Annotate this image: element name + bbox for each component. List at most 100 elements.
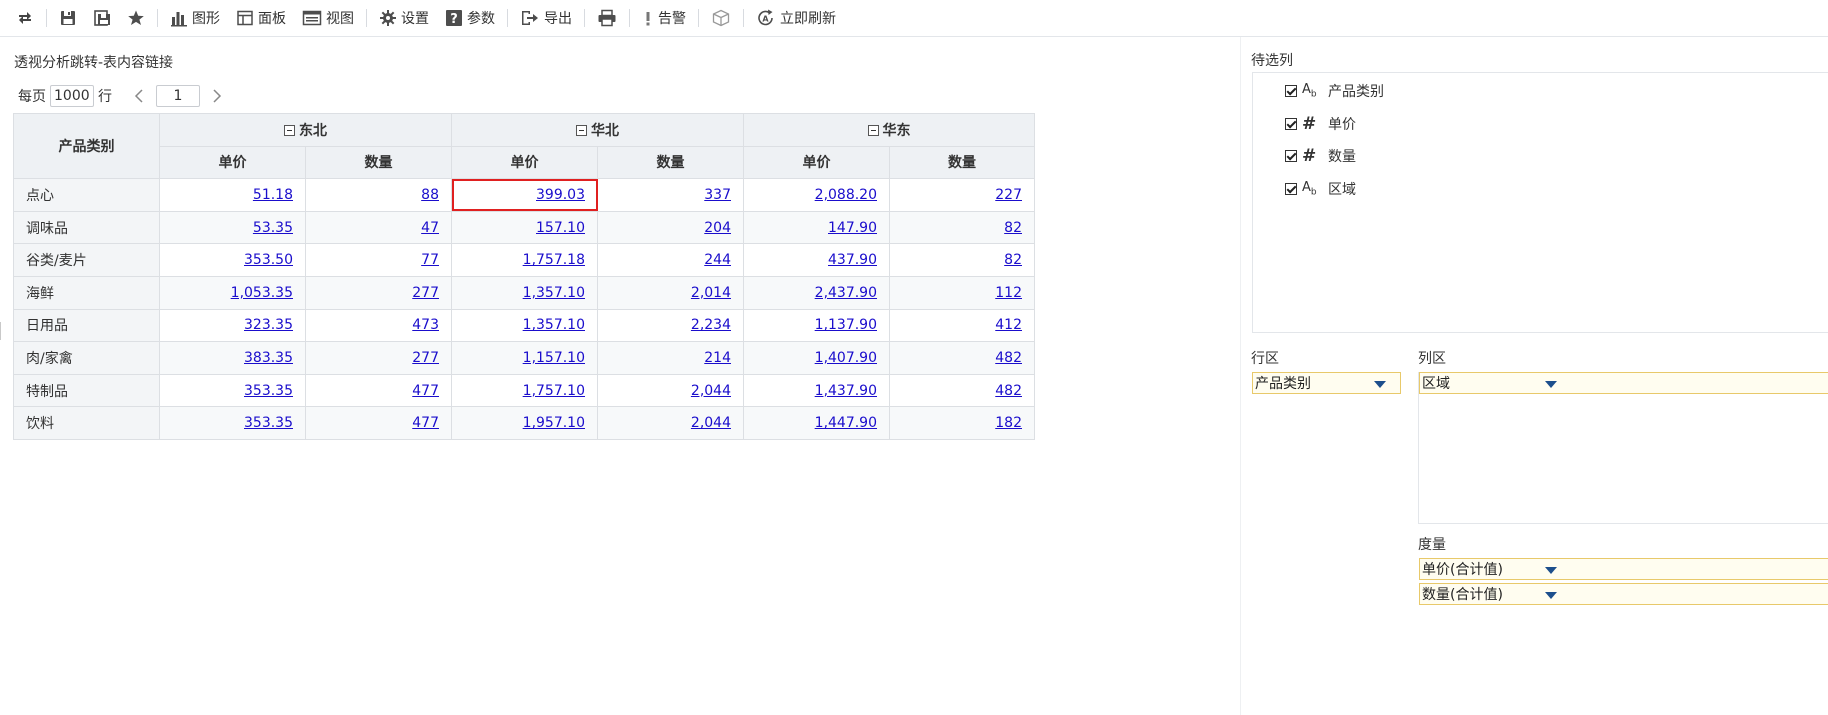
page-number-input[interactable] (156, 85, 200, 107)
value-cell[interactable]: 482 (889, 341, 1035, 375)
value-cell[interactable]: 1,757.10 (451, 373, 598, 408)
region-header[interactable]: 华北 (451, 113, 744, 147)
value-link[interactable]: 82 (1004, 252, 1022, 268)
value-cell[interactable]: 204 (597, 210, 744, 245)
value-cell[interactable]: 437.90 (743, 243, 890, 277)
value-link[interactable]: 182 (995, 415, 1022, 431)
collapse-icon[interactable] (576, 124, 587, 136)
caret-down-icon[interactable] (1545, 381, 1557, 388)
value-link[interactable]: 1,437.90 (815, 383, 877, 399)
value-link[interactable]: 147.90 (828, 220, 877, 236)
value-link[interactable]: 51.18 (253, 187, 293, 203)
measure-zone-field[interactable]: 数量(合计值) (1419, 583, 1828, 605)
value-cell[interactable]: 2,014 (597, 275, 744, 310)
value-cell[interactable]: 337 (597, 178, 744, 212)
value-cell[interactable]: 2,437.90 (743, 275, 890, 310)
value-cell[interactable]: 147.90 (743, 210, 890, 245)
value-link[interactable]: 2,437.90 (815, 285, 877, 301)
value-link[interactable]: 477 (412, 383, 439, 399)
row-zone-field[interactable]: 产品类别 (1252, 372, 1401, 394)
cube-button[interactable] (703, 0, 739, 37)
value-cell[interactable]: 353.35 (159, 373, 306, 408)
export-button[interactable]: 导出 (512, 0, 580, 37)
value-cell[interactable]: 412 (889, 308, 1035, 343)
panel-button[interactable]: 面板 (228, 0, 294, 37)
caret-down-icon[interactable] (1545, 592, 1557, 599)
value-cell[interactable]: 1,407.90 (743, 341, 890, 375)
value-link[interactable]: 53.35 (253, 220, 293, 236)
value-link[interactable]: 412 (995, 317, 1022, 333)
params-button[interactable]: ? 参数 (437, 0, 503, 37)
value-cell[interactable]: 227 (889, 178, 1035, 212)
collapse-icon[interactable] (867, 124, 879, 136)
value-link[interactable]: 353.35 (244, 415, 293, 431)
value-link[interactable]: 1,957.10 (523, 415, 585, 431)
value-link[interactable]: 1,357.10 (523, 285, 585, 301)
value-cell[interactable]: 473 (305, 308, 452, 343)
value-cell[interactable]: 47 (305, 210, 452, 245)
value-cell[interactable]: 51.18 (159, 178, 306, 212)
value-link[interactable]: 2,044 (691, 383, 731, 399)
value-cell[interactable]: 1,157.10 (451, 341, 598, 375)
value-cell[interactable]: 277 (305, 341, 452, 375)
view-button[interactable]: 视图 (294, 0, 362, 37)
value-cell[interactable]: 1,137.90 (743, 308, 890, 343)
value-link[interactable]: 157.10 (536, 220, 585, 236)
selected-value-cell[interactable]: 399.03 (451, 178, 598, 212)
value-link[interactable]: 337 (704, 187, 731, 203)
prev-page-button[interactable] (128, 85, 150, 107)
pending-item[interactable]: Ab 产品类别 (1285, 81, 1384, 101)
value-cell[interactable]: 1,053.35 (159, 275, 306, 310)
value-link[interactable]: 353.35 (244, 383, 293, 399)
rows-per-page-input[interactable] (50, 85, 94, 107)
value-cell[interactable]: 1,447.90 (743, 406, 890, 440)
measure-zone-field[interactable]: 单价(合计值) (1419, 558, 1828, 580)
value-cell[interactable]: 112 (889, 275, 1035, 310)
refresh-button[interactable] (8, 0, 42, 37)
value-cell[interactable]: 1,957.10 (451, 406, 598, 440)
value-link[interactable]: 2,014 (691, 285, 731, 301)
next-page-button[interactable] (206, 85, 228, 107)
value-link[interactable]: 2,234 (691, 317, 731, 333)
settings-button[interactable]: 设置 (371, 0, 437, 37)
value-link[interactable]: 88 (421, 187, 439, 203)
chart-button[interactable]: 图形 (162, 0, 228, 37)
panel-resize-handle[interactable] (0, 322, 3, 340)
value-cell[interactable]: 383.35 (159, 341, 306, 375)
value-link[interactable]: 244 (704, 252, 731, 268)
value-link[interactable]: 1,447.90 (815, 415, 877, 431)
column-zone-field[interactable]: 区域 (1419, 372, 1828, 394)
value-cell[interactable]: 1,757.18 (451, 243, 598, 277)
caret-down-icon[interactable] (1374, 381, 1386, 388)
value-cell[interactable]: 82 (889, 210, 1035, 245)
region-header[interactable]: 华东 (743, 113, 1035, 147)
value-cell[interactable]: 77 (305, 243, 452, 277)
value-link[interactable]: 383.35 (244, 350, 293, 366)
value-cell[interactable]: 353.50 (159, 243, 306, 277)
value-link[interactable]: 1,357.10 (523, 317, 585, 333)
checkbox-checked[interactable] (1285, 85, 1297, 97)
value-link[interactable]: 399.03 (536, 187, 585, 203)
value-cell[interactable]: 2,044 (597, 406, 744, 440)
value-cell[interactable]: 244 (597, 243, 744, 277)
value-cell[interactable]: 482 (889, 373, 1035, 408)
value-link[interactable]: 1,137.90 (815, 317, 877, 333)
pending-item[interactable]: Ab 区域 (1285, 179, 1356, 199)
value-cell[interactable]: 323.35 (159, 308, 306, 343)
value-link[interactable]: 437.90 (828, 252, 877, 268)
value-link[interactable]: 204 (704, 220, 731, 236)
caret-down-icon[interactable] (1545, 567, 1557, 574)
value-link[interactable]: 2,088.20 (815, 187, 877, 203)
value-link[interactable]: 47 (421, 220, 439, 236)
value-cell[interactable]: 277 (305, 275, 452, 310)
value-cell[interactable]: 182 (889, 406, 1035, 440)
pending-item[interactable]: # 数量 (1285, 146, 1356, 166)
value-cell[interactable]: 2,088.20 (743, 178, 890, 212)
print-button[interactable] (589, 0, 625, 37)
favorite-button[interactable] (119, 0, 153, 37)
alert-button[interactable]: 告警 (634, 0, 694, 37)
save-as-button[interactable] (85, 0, 119, 37)
value-link[interactable]: 482 (995, 350, 1022, 366)
collapse-icon[interactable] (284, 124, 295, 136)
value-cell[interactable]: 1,357.10 (451, 308, 598, 343)
